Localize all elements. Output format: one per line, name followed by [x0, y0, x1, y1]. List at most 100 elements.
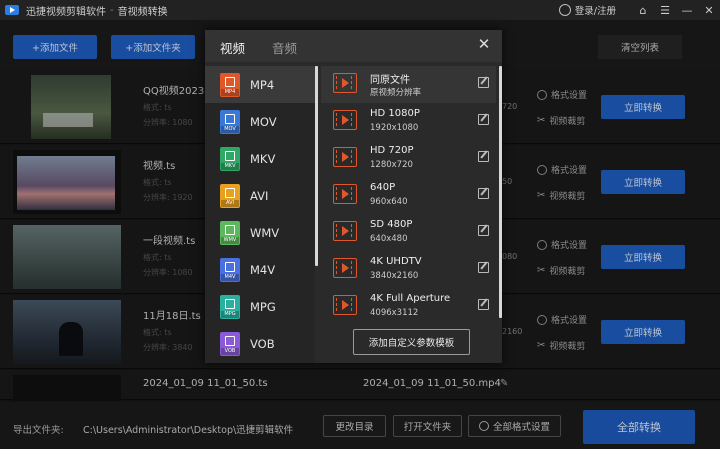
edit-icon[interactable]	[478, 262, 489, 273]
file-name: QQ视频2023	[143, 86, 205, 97]
minimize-icon[interactable]: —	[676, 0, 698, 20]
resolution-item[interactable]: 640P 960x640	[321, 177, 496, 214]
video-cut-label: 视频裁剪	[549, 342, 586, 352]
format-item-m4v[interactable]: M4V M4V	[205, 251, 315, 288]
video-cut-link[interactable]: ✂ 视频裁剪	[537, 339, 585, 352]
resolution-item[interactable]: 同原文件 原视频分辨率	[321, 66, 496, 103]
scissors-icon: ✂	[537, 339, 546, 351]
output-resolution: 50	[502, 177, 513, 186]
resolution-name: 4K UHDTV	[370, 256, 422, 267]
file-name: 一段视频.ts	[143, 236, 196, 247]
file-format-info: 格式: ts	[143, 328, 172, 337]
change-directory-button[interactable]: 更改目录	[323, 415, 386, 437]
format-label: AVI	[250, 188, 269, 203]
file-resolution-info: 分辨率: 1080	[143, 268, 193, 277]
edit-icon[interactable]	[478, 151, 489, 162]
resolution-name: HD 720P	[370, 145, 414, 156]
video-file-icon	[333, 147, 357, 167]
video-cut-label: 视频裁剪	[549, 267, 586, 277]
output-folder-path: C:\Users\Administrator\Desktop\迅捷剪辑软件	[83, 425, 294, 436]
resolution-list: 同原文件 原视频分辨率 HD 1080P 1920x1080 HD 720P 1280x7…	[321, 66, 502, 363]
resolution-item[interactable]: 4K Full Aperture 4096x3112	[321, 288, 496, 325]
resolution-item[interactable]: HD 720P 1280x720	[321, 140, 496, 177]
format-item-mp4[interactable]: MP4 MP4	[205, 66, 315, 103]
video-file-icon	[333, 110, 357, 130]
edit-icon[interactable]	[478, 114, 489, 125]
format-item-avi[interactable]: AVI AVI	[205, 177, 315, 214]
resolution-size: 960x640	[370, 197, 408, 207]
convert-now-button[interactable]: 立即转换	[601, 320, 685, 344]
output-resolution: 080	[502, 252, 518, 261]
format-label: VOB	[250, 336, 275, 351]
m4v-file-icon: M4V	[220, 257, 240, 282]
resolution-size: 1920x1080	[370, 123, 419, 133]
gear-icon	[537, 314, 547, 325]
popup-header: 视频 音频 ✕	[205, 30, 502, 62]
user-icon[interactable]	[558, 4, 571, 16]
edit-name-icon[interactable]: ✎	[500, 378, 508, 389]
file-name: 11月18日.ts	[143, 311, 201, 322]
home-icon[interactable]: ⌂	[632, 0, 654, 20]
file-resolution-info: 分辨率: 1920	[143, 193, 193, 202]
file-row: 2024_01_09 11_01_50.ts 2024_01_09 11_01_…	[0, 370, 720, 401]
open-folder-button[interactable]: 打开文件夹	[393, 415, 462, 437]
format-item-mov[interactable]: MOV MOV	[205, 103, 315, 140]
resolution-name: 640P	[370, 182, 396, 193]
add-custom-template-button[interactable]: 添加自定义参数模板	[353, 329, 470, 355]
file-resolution-info: 分辨率: 3840	[143, 343, 193, 352]
convert-now-button[interactable]: 立即转换	[601, 95, 685, 119]
scissors-icon: ✂	[537, 189, 546, 201]
format-item-vob[interactable]: VOB VOB	[205, 325, 315, 362]
resolution-size: 4096x3112	[370, 308, 419, 318]
format-item-mkv[interactable]: MKV MKV	[205, 140, 315, 177]
resolution-item[interactable]: SD 480P 640x480	[321, 214, 496, 251]
video-file-icon	[333, 258, 357, 278]
gear-icon	[537, 239, 547, 250]
all-format-settings-button[interactable]: 全部格式设置	[468, 415, 561, 437]
resolution-size: 1280x720	[370, 160, 413, 170]
file-resolution-info: 分辨率: 1080	[143, 118, 193, 127]
format-item-wmv[interactable]: WMV WMV	[205, 214, 315, 251]
format-settings-link[interactable]: 格式设置	[537, 238, 587, 251]
scissors-icon: ✂	[537, 114, 546, 126]
convert-all-button[interactable]: 全部转换	[583, 410, 695, 444]
format-list: MP4 MP4 MOV MOV MKV MKV AVI AVI WMV WMV M4V M4V MPG M…	[205, 66, 315, 363]
tab-audio[interactable]: 音频	[272, 38, 297, 57]
format-list-scrollbar[interactable]	[315, 66, 318, 266]
resolution-item[interactable]: 4K UHDTV 3840x2160	[321, 251, 496, 288]
video-cut-link[interactable]: ✂ 视频裁剪	[537, 189, 585, 202]
resolution-name: HD 1080P	[370, 108, 420, 119]
add-folder-button[interactable]: +添加文件夹	[111, 35, 195, 59]
format-label: M4V	[250, 262, 276, 277]
edit-icon[interactable]	[478, 299, 489, 310]
format-settings-link[interactable]: 格式设置	[537, 88, 587, 101]
file-format-info: 格式: ts	[143, 253, 172, 262]
video-cut-link[interactable]: ✂ 视频裁剪	[537, 264, 585, 277]
menu-icon[interactable]: ☰	[654, 0, 676, 20]
close-icon[interactable]: ✕	[698, 0, 720, 20]
convert-now-button[interactable]: 立即转换	[601, 245, 685, 269]
resolution-list-scrollbar[interactable]	[499, 66, 502, 318]
format-popup: 视频 音频 ✕ MP4 MP4 MOV MOV MKV MKV AVI AVI WMV WMV M4…	[205, 30, 502, 363]
convert-now-button[interactable]: 立即转换	[601, 170, 685, 194]
edit-icon[interactable]	[478, 225, 489, 236]
login-register-link[interactable]: 登录/注册	[575, 3, 616, 17]
edit-icon[interactable]	[478, 77, 489, 88]
format-label: MPG	[250, 299, 276, 314]
clear-list-button[interactable]: 清空列表	[598, 35, 682, 59]
add-file-button[interactable]: +添加文件	[13, 35, 97, 59]
close-icon[interactable]: ✕	[476, 36, 492, 52]
format-settings-link[interactable]: 格式设置	[537, 163, 587, 176]
resolution-item[interactable]: HD 1080P 1920x1080	[321, 103, 496, 140]
format-settings-link[interactable]: 格式设置	[537, 313, 587, 326]
app-window: 迅捷视频剪辑软件 - 音视频转换 登录/注册 ⌂ ☰ — ✕ +添加文件 +添加…	[0, 0, 720, 449]
edit-icon[interactable]	[478, 188, 489, 199]
video-file-icon	[333, 184, 357, 204]
format-item-mpg[interactable]: MPG MPG	[205, 288, 315, 325]
output-file-name: 2024_01_09 11_01_50.mp4	[363, 378, 501, 389]
wmv-file-icon: WMV	[220, 220, 240, 245]
format-label: WMV	[250, 225, 280, 240]
tab-video[interactable]: 视频	[220, 38, 245, 57]
format-settings-label: 格式设置	[551, 241, 588, 251]
video-cut-link[interactable]: ✂ 视频裁剪	[537, 114, 585, 127]
